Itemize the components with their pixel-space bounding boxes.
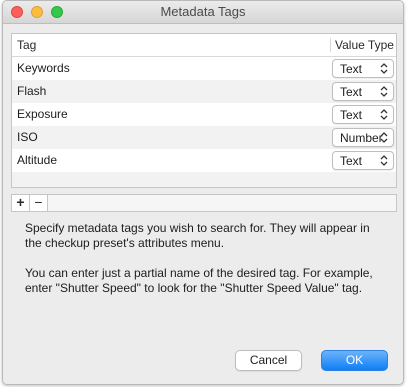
chevron-up-down-icon xyxy=(380,86,388,97)
value-type-value: Text xyxy=(340,85,363,99)
window-title: Metadata Tags xyxy=(160,4,246,19)
value-type-select[interactable]: Text xyxy=(332,59,394,78)
column-header-tag[interactable]: Tag xyxy=(17,38,36,52)
tag-name-cell[interactable]: Flash xyxy=(17,84,46,98)
add-remove-bar: + − xyxy=(11,194,397,212)
value-type-value: Text xyxy=(340,154,363,168)
chevron-up-down-icon xyxy=(380,109,388,120)
value-type-select[interactable]: Number xyxy=(332,128,394,147)
table-row[interactable]: Exposure Text xyxy=(12,103,396,126)
title-bar[interactable]: Metadata Tags xyxy=(3,1,403,24)
value-type-select[interactable]: Text xyxy=(332,105,394,124)
value-type-value: Text xyxy=(340,108,363,122)
cancel-button[interactable]: Cancel xyxy=(235,350,302,371)
empty-table-row xyxy=(12,172,396,187)
column-header-value-type[interactable]: Value Type xyxy=(335,38,394,52)
help-text-intro: Specify metadata tags you wish to search… xyxy=(25,221,370,250)
value-type-select[interactable]: Text xyxy=(332,151,394,170)
chevron-up-down-icon xyxy=(380,132,388,143)
value-type-value: Number xyxy=(340,131,383,145)
tag-name-cell[interactable]: Altitude xyxy=(17,153,57,167)
table-row[interactable]: Altitude Text xyxy=(12,149,396,172)
value-type-value: Text xyxy=(340,62,363,76)
ok-button[interactable]: OK xyxy=(321,350,388,371)
tag-name-cell[interactable]: ISO xyxy=(17,130,38,144)
chevron-up-down-icon xyxy=(380,63,388,74)
table-row[interactable]: Flash Text xyxy=(12,80,396,103)
table-header: Tag Value Type xyxy=(12,34,396,57)
tags-table: Tag Value Type Keywords Text Flash Text … xyxy=(11,33,397,188)
tag-name-cell[interactable]: Exposure xyxy=(17,107,68,121)
tag-name-cell[interactable]: Keywords xyxy=(17,61,70,75)
metadata-tags-dialog: Metadata Tags Tag Value Type Keywords Te… xyxy=(2,0,404,385)
chevron-up-down-icon xyxy=(380,155,388,166)
value-type-select[interactable]: Text xyxy=(332,82,394,101)
add-tag-button[interactable]: + xyxy=(12,195,30,211)
table-row[interactable]: Keywords Text xyxy=(12,57,396,80)
remove-tag-button[interactable]: − xyxy=(30,195,48,211)
column-divider xyxy=(330,38,331,52)
help-text-example: You can enter just a partial name of the… xyxy=(25,266,373,295)
table-row[interactable]: ISO Number xyxy=(12,126,396,149)
